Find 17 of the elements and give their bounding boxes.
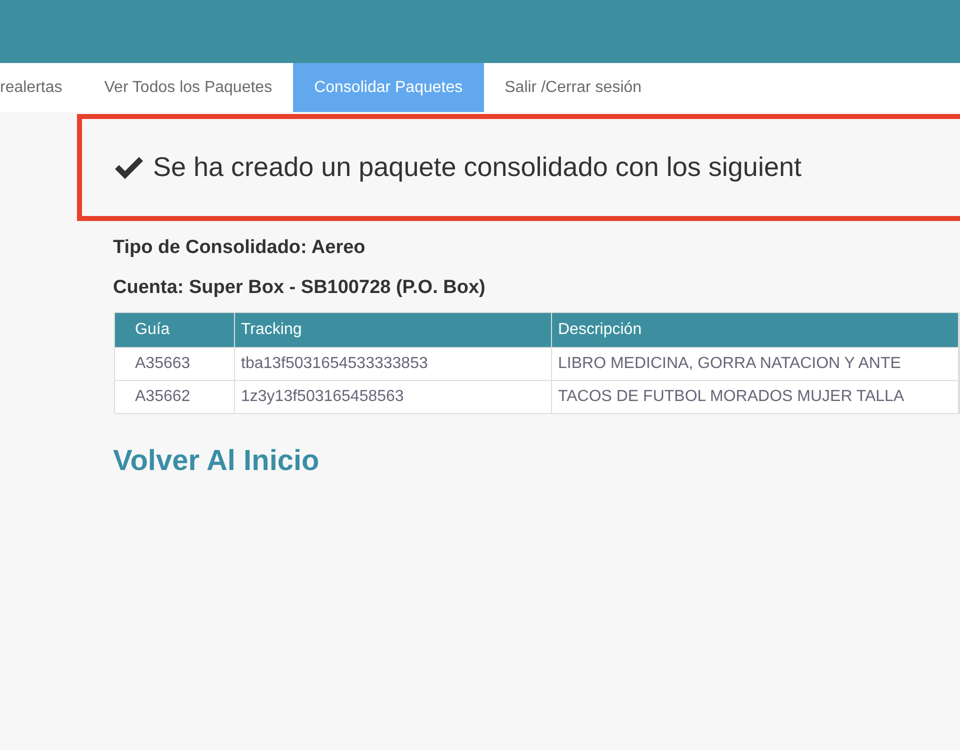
column-header: Descripción [552,313,959,347]
check-icon [113,154,145,180]
nav-tab[interactable]: realertas [0,63,84,112]
table-cell: 1z3y13f503165458563 [235,381,552,413]
detail-text: Tipo de Consolidado: Aereo [113,236,366,260]
column-header: Tracking [235,313,552,347]
table-cell: A35662 [115,381,235,413]
table-cell: tba13f5031654533333853 [235,348,552,380]
detail-text: Cuenta: Super Box - SB100728 (P.O. Box) [113,276,486,300]
table-cell: LIBRO MEDICINA, GORRA NATACION Y ANTE [552,348,959,380]
column-header: Guía [115,313,235,347]
back-link[interactable]: Volver Al Inicio [113,440,320,484]
nav-tab[interactable]: Ver Todos los Paquetes [83,63,294,112]
table-cell: TACOS DE FUTBOL MORADOS MUJER TALLA [552,381,959,413]
alert-message: Se ha creado un paquete consolidado con los siguient [153,151,802,184]
nav-tab[interactable]: Salir /Cerrar sesión [484,63,663,112]
table-cell: A35663 [115,348,235,380]
